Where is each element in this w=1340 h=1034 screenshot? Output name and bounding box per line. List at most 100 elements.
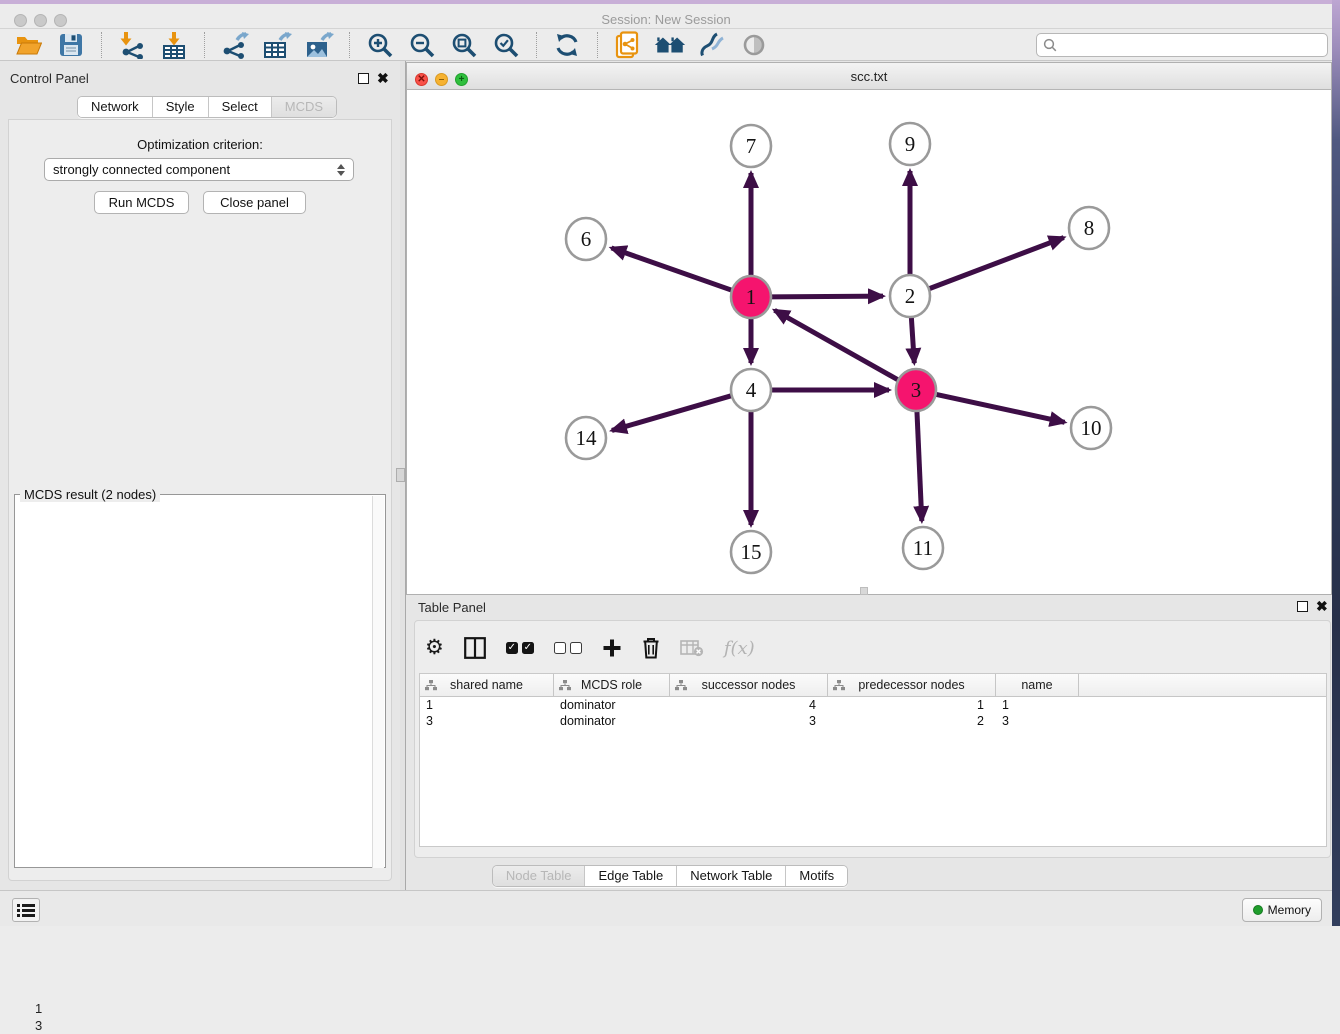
- mcds-result-group: 1 3: [14, 494, 386, 868]
- node-10[interactable]: 10: [1071, 407, 1111, 449]
- add-column-icon[interactable]: [602, 638, 622, 658]
- edge-3-10[interactable]: [935, 394, 1065, 422]
- task-history-button[interactable]: [12, 898, 40, 922]
- edge-2-8[interactable]: [928, 238, 1064, 290]
- zoom-fit-icon[interactable]: [447, 30, 481, 60]
- cell-predecessor-nodes[interactable]: 2: [828, 713, 996, 729]
- node-7[interactable]: 7: [731, 125, 771, 167]
- svg-text:15: 15: [741, 540, 762, 564]
- zoom-in-icon[interactable]: [363, 30, 397, 60]
- edge-3-11[interactable]: [917, 409, 922, 521]
- node-14[interactable]: 14: [566, 417, 606, 459]
- status-bar: Memory: [0, 890, 1332, 926]
- column-header-name[interactable]: name: [996, 674, 1079, 696]
- export-image-icon[interactable]: [302, 30, 336, 60]
- edge-2-3[interactable]: [911, 315, 914, 363]
- refresh-layout-icon[interactable]: [550, 30, 584, 60]
- toolbar-separator: [597, 32, 598, 58]
- search-icon: [1043, 38, 1057, 52]
- svg-text:9: 9: [905, 132, 916, 156]
- svg-text:2: 2: [905, 284, 916, 308]
- cell-name[interactable]: 3: [996, 713, 1079, 729]
- node-2[interactable]: 2: [890, 275, 930, 317]
- cell-MCDS-role[interactable]: dominator: [554, 713, 670, 729]
- tab-mcds[interactable]: MCDS: [272, 97, 336, 117]
- table-row[interactable]: 1dominator411: [420, 697, 1326, 713]
- select-updown-icon: [337, 164, 345, 176]
- graphics-details-icon[interactable]: [695, 30, 729, 60]
- select-all-checks-icon[interactable]: ✓✓: [506, 642, 534, 654]
- svg-text:7: 7: [746, 134, 757, 158]
- export-network-icon[interactable]: [218, 30, 252, 60]
- memory-button[interactable]: Memory: [1242, 898, 1322, 922]
- optimization-criterion-label: Optimization criterion:: [0, 137, 400, 152]
- node-4[interactable]: 4: [731, 369, 771, 411]
- homes-icon[interactable]: [653, 30, 687, 60]
- save-session-icon[interactable]: [54, 30, 88, 60]
- criterion-select[interactable]: strongly connected component: [44, 158, 354, 181]
- import-network-icon[interactable]: [115, 30, 149, 60]
- float-table-panel-icon[interactable]: [1297, 601, 1308, 612]
- close-table-panel-icon[interactable]: ✖: [1316, 601, 1328, 612]
- eye-icon[interactable]: [737, 30, 771, 60]
- cell-shared-name[interactable]: 3: [420, 713, 554, 729]
- table-panel-title: Table Panel: [418, 600, 486, 615]
- table-toolbar: ⚙ ✓✓ f(x): [425, 629, 755, 667]
- search-field[interactable]: [1036, 33, 1328, 57]
- mcds-result-legend: MCDS result (2 nodes): [20, 487, 160, 502]
- run-mcds-button[interactable]: Run MCDS: [94, 191, 189, 214]
- node-6[interactable]: 6: [566, 218, 606, 260]
- tab-select[interactable]: Select: [209, 97, 272, 117]
- cell-MCDS-role[interactable]: dominator: [554, 697, 670, 713]
- main-titlebar: Session: New Session: [0, 4, 1332, 29]
- network-window-titlebar[interactable]: ✕–+ scc.txt: [407, 63, 1331, 90]
- node-1[interactable]: 1: [731, 276, 771, 318]
- svg-text:3: 3: [911, 378, 922, 402]
- close-panel-button[interactable]: Close panel: [203, 191, 306, 214]
- edge-1-2[interactable]: [770, 296, 883, 297]
- cell-name[interactable]: 1: [996, 697, 1079, 713]
- node-3[interactable]: 3: [896, 369, 936, 411]
- table-options-gear-icon[interactable]: ⚙: [425, 638, 444, 658]
- tab-network[interactable]: Network: [78, 97, 153, 117]
- tab-node-table[interactable]: Node Table: [493, 866, 586, 886]
- column-header-predecessor-nodes[interactable]: predecessor nodes: [828, 674, 996, 696]
- column-header-MCDS-role[interactable]: MCDS role: [554, 674, 670, 696]
- zoom-out-icon[interactable]: [405, 30, 439, 60]
- tab-network-table[interactable]: Network Table: [677, 866, 786, 886]
- cell-successor-nodes[interactable]: 4: [670, 697, 828, 713]
- node-9[interactable]: 9: [890, 123, 930, 165]
- node-11[interactable]: 11: [903, 527, 943, 569]
- network-file-icon[interactable]: [611, 30, 645, 60]
- edge-1-6[interactable]: [611, 248, 733, 291]
- node-15[interactable]: 15: [731, 531, 771, 573]
- import-table-icon[interactable]: [157, 30, 191, 60]
- tab-style[interactable]: Style: [153, 97, 209, 117]
- splitter-handle[interactable]: [396, 468, 405, 482]
- network-canvas-svg[interactable]: 7 9 6 8 1 2 4 3 14 10 15 11: [407, 90, 1331, 594]
- cell-predecessor-nodes[interactable]: 1: [828, 697, 996, 713]
- cell-shared-name[interactable]: 1: [420, 697, 554, 713]
- search-input[interactable]: [1057, 37, 1321, 53]
- delete-column-trash-icon[interactable]: [642, 637, 660, 659]
- node-8[interactable]: 8: [1069, 207, 1109, 249]
- tab-edge-table[interactable]: Edge Table: [585, 866, 677, 886]
- column-header-shared-name[interactable]: shared name: [420, 674, 554, 696]
- tab-motifs[interactable]: Motifs: [786, 866, 847, 886]
- column-layout-icon[interactable]: [464, 637, 486, 659]
- svg-text:4: 4: [746, 378, 757, 402]
- open-folder-icon[interactable]: [12, 30, 46, 60]
- edge-4-14[interactable]: [612, 395, 733, 430]
- zoom-selected-icon[interactable]: [489, 30, 523, 60]
- deselect-all-checks-icon[interactable]: [554, 642, 582, 654]
- table-row[interactable]: 3dominator323: [420, 713, 1326, 729]
- mcds-result-text[interactable]: 1 3: [35, 1000, 42, 1034]
- export-table-icon[interactable]: [260, 30, 294, 60]
- result-scrollbar[interactable]: [372, 496, 384, 868]
- column-header-successor-nodes[interactable]: successor nodes: [670, 674, 828, 696]
- canvas-resize-handle[interactable]: [860, 587, 868, 595]
- cell-successor-nodes[interactable]: 3: [670, 713, 828, 729]
- edge-3-1[interactable]: [775, 310, 900, 380]
- close-panel-icon[interactable]: ✖: [377, 73, 389, 84]
- float-panel-icon[interactable]: [358, 73, 369, 84]
